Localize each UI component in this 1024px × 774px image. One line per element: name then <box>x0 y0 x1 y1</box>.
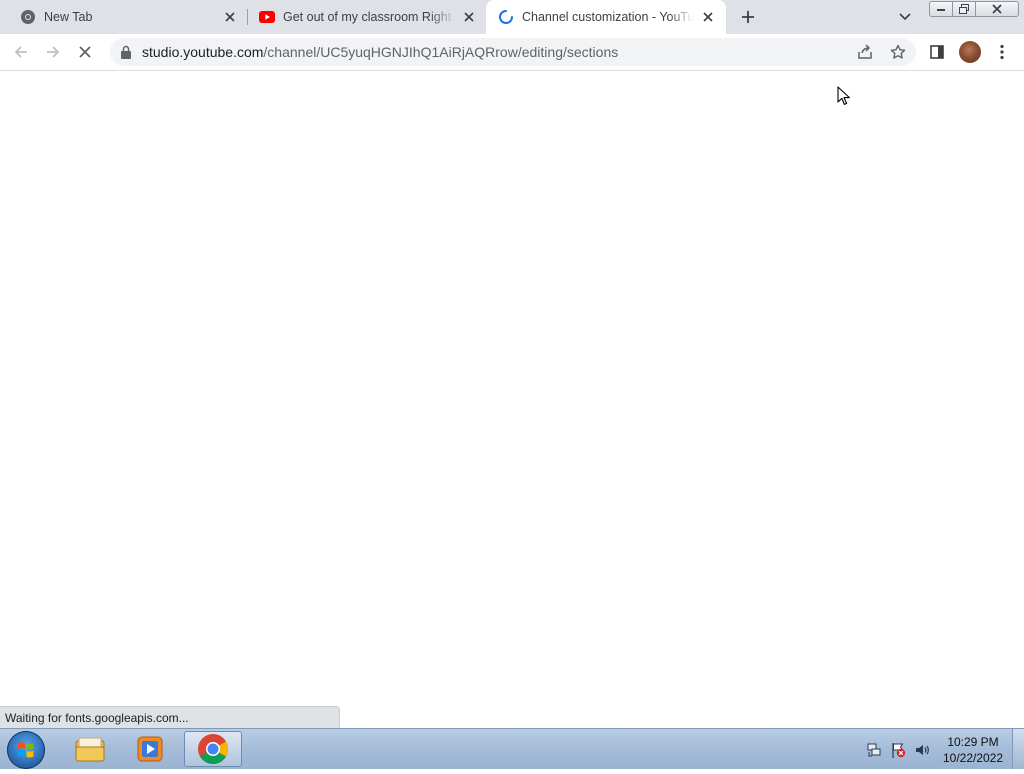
side-panel-button[interactable] <box>925 40 949 64</box>
stop-loading-button[interactable] <box>73 40 97 64</box>
arrow-left-icon <box>14 46 27 58</box>
restore-button[interactable] <box>952 1 976 17</box>
start-button[interactable] <box>7 731 45 769</box>
tab-youtube-video[interactable]: Get out of my classroom Right now <box>247 0 487 34</box>
url-path: /channel/UC5yuqHGNJIhQ1AiRjAQRrow/editin… <box>263 44 619 60</box>
taskbar-chrome[interactable] <box>184 731 242 767</box>
close-tab-icon[interactable] <box>461 9 477 25</box>
taskbar-file-explorer[interactable] <box>61 731 119 767</box>
clock-time: 10:29 PM <box>947 735 999 749</box>
taskbar-media-player[interactable] <box>121 731 179 767</box>
file-explorer-icon <box>75 737 105 762</box>
chrome-icon <box>198 734 229 765</box>
share-icon[interactable] <box>856 43 874 61</box>
media-player-icon <box>137 736 163 762</box>
more-vert-icon <box>1000 44 1004 60</box>
minimize-icon <box>937 9 945 11</box>
chrome-menu-button[interactable] <box>990 40 1014 64</box>
plus-icon <box>742 11 754 23</box>
tab-new-tab[interactable]: New Tab <box>8 0 248 34</box>
mouse-cursor-icon <box>837 86 850 105</box>
tab-title: Get out of my classroom Right now <box>283 10 455 24</box>
loading-spinner-icon <box>498 9 514 25</box>
status-bubble: Waiting for fonts.googleapis.com... <box>0 706 340 728</box>
tab-strip: New Tab Get out of my classroom Right no… <box>0 0 1024 34</box>
minimize-button[interactable] <box>929 1 953 17</box>
network-icon[interactable] <box>866 742 882 758</box>
lock-icon <box>121 45 131 59</box>
profile-avatar[interactable] <box>959 41 981 63</box>
arrow-right-icon <box>47 46 60 58</box>
action-center-flag-icon[interactable] <box>890 742 906 758</box>
system-clock[interactable]: 10:29 PM 10/22/2022 <box>938 734 1008 766</box>
youtube-icon <box>259 9 275 25</box>
forward-button[interactable] <box>41 40 65 64</box>
windows-logo-icon <box>18 742 34 758</box>
side-panel-icon <box>930 45 944 59</box>
chevron-down-icon <box>899 13 911 21</box>
page-content <box>0 71 1024 728</box>
chrome-icon <box>20 9 36 25</box>
address-bar[interactable]: studio.youtube.com/channel/UC5yuqHGNJIhQ… <box>110 38 916 66</box>
back-button[interactable] <box>9 40 33 64</box>
volume-icon[interactable] <box>914 742 930 758</box>
bookmark-star-icon[interactable] <box>889 43 907 61</box>
show-desktop-button[interactable] <box>1012 729 1024 769</box>
tab-search-button[interactable] <box>895 8 915 26</box>
url-text: studio.youtube.com/channel/UC5yuqHGNJIhQ… <box>142 44 618 60</box>
close-tab-icon[interactable] <box>700 9 716 25</box>
tab-title: Channel customization - YouTube Studio <box>522 10 694 24</box>
browser-toolbar: studio.youtube.com/channel/UC5yuqHGNJIhQ… <box>0 34 1024 71</box>
close-tab-icon[interactable] <box>222 9 238 25</box>
taskbar: 10:29 PM 10/22/2022 <box>0 728 1024 769</box>
tab-title: New Tab <box>44 10 93 24</box>
tab-channel-customization[interactable]: Channel customization - YouTube Studio <box>486 0 726 34</box>
close-icon <box>79 46 91 58</box>
restore-icon <box>959 4 969 14</box>
close-window-button[interactable] <box>975 1 1019 17</box>
close-icon <box>992 4 1002 14</box>
new-tab-button[interactable] <box>736 6 760 28</box>
clock-date: 10/22/2022 <box>942 751 1004 765</box>
url-host: studio.youtube.com <box>142 44 264 60</box>
